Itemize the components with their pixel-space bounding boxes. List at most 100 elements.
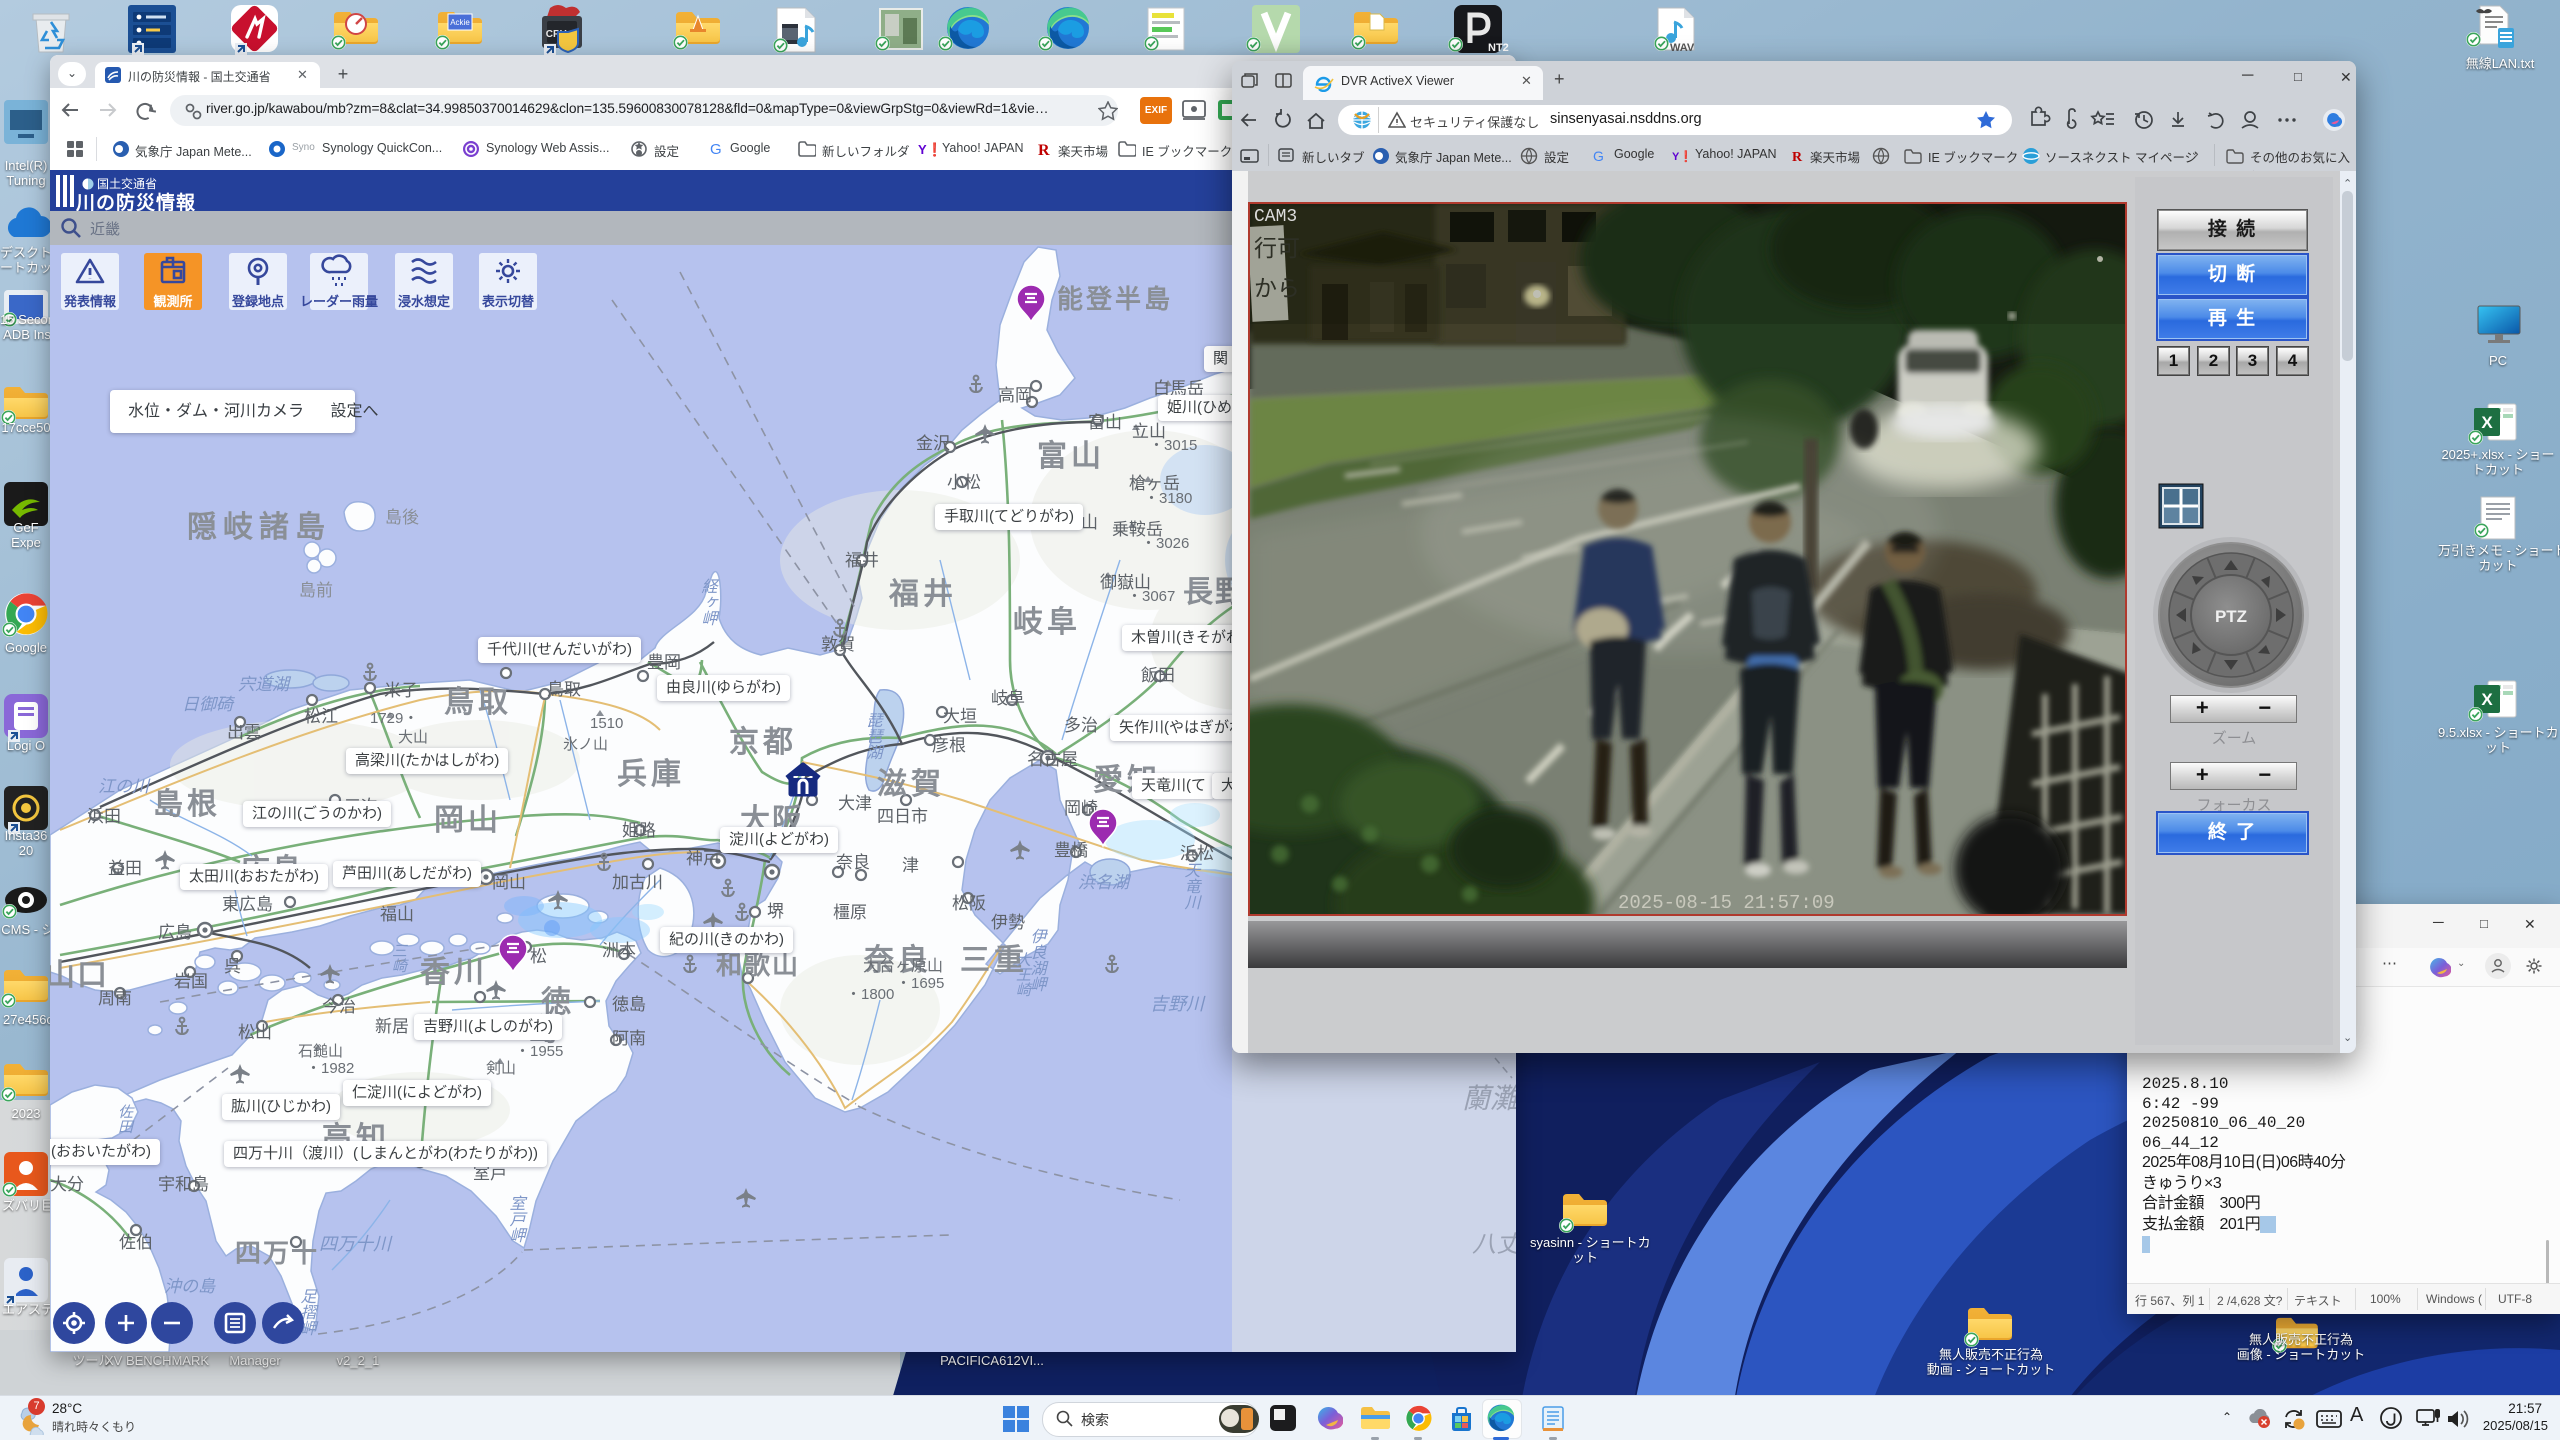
svg-text:高岡: 高岡 [998,386,1032,405]
svg-text:大台ヶ原山: 大台ヶ原山 [863,957,943,975]
svg-text:大垣: 大垣 [943,707,977,726]
svg-text:能登半島: 能登半島 [1057,284,1173,314]
svg-text:三崎: 三崎 [390,943,407,973]
svg-text:WAV: WAV [1670,42,1695,54]
svg-text:登録地点: 登録地点 [231,294,284,309]
svg-text:彦根: 彦根 [932,736,966,755]
svg-text:大王崎: 大王崎 [1014,952,1031,997]
svg-text:吉野川: 吉野川 [1150,994,1206,1014]
svg-text:岐阜: 岐阜 [991,689,1025,708]
svg-text:敦賀: 敦賀 [821,635,855,654]
svg-text:隠岐諸島: 隠岐諸島 [187,510,331,544]
svg-text:宇和島: 宇和島 [158,1175,209,1194]
svg-text:福井: 福井 [845,551,879,570]
svg-text:橿原: 橿原 [833,903,867,922]
svg-text:京都: 京都 [729,725,797,759]
svg-text:・3026: ・3026 [1141,535,1189,552]
svg-text:佐田: 佐田 [116,1104,133,1134]
svg-text:富山: 富山 [1037,439,1105,473]
svg-text:G: G [710,141,722,158]
svg-text:日御碕: 日御碕 [182,695,236,714]
svg-text:蘭灘: 蘭灘 [1462,1084,1516,1115]
svg-text:佐伯: 佐伯 [119,1233,153,1252]
svg-text:東広島: 東広島 [222,895,273,914]
svg-text:松山: 松山 [238,1023,272,1042]
svg-text:洲本: 洲本 [602,941,636,960]
svg-text:PTZ: PTZ [2215,607,2247,626]
svg-text:琵琶湖: 琵琶湖 [864,712,883,760]
svg-text:福山: 福山 [380,905,414,924]
svg-text:姫路: 姫路 [622,821,656,840]
svg-text:浜名湖: 浜名湖 [1078,873,1132,892]
svg-text:福井: 福井 [888,578,957,611]
svg-text:1510: 1510 [590,715,623,732]
svg-text:・3015: ・3015 [1149,437,1197,454]
svg-text:島後: 島後 [385,508,419,527]
svg-text:Ackie: Ackie [450,18,470,27]
svg-text:飯田: 飯田 [1141,666,1175,685]
svg-text:・3067: ・3067 [1127,588,1175,605]
svg-text:沖の島: 沖の島 [164,1277,216,1296]
svg-text:徳島: 徳島 [612,995,646,1014]
svg-text:奈良: 奈良 [836,853,870,872]
svg-text:観測所: 観測所 [152,294,192,309]
svg-text:NT2: NT2 [1488,42,1509,54]
svg-text:天竜川: 天竜川 [1182,862,1201,910]
svg-text:松江: 松江 [304,707,338,726]
svg-text:江の川: 江の川 [98,777,151,796]
svg-text:Y❗: Y❗ [918,142,938,157]
svg-text:名古屋: 名古屋 [1027,750,1078,769]
svg-text:浜松: 浜松 [1180,844,1214,863]
svg-text:阿南: 阿南 [612,1029,646,1048]
svg-text:山口: 山口 [50,959,109,992]
svg-text:石鎚山: 石鎚山 [298,1043,343,1060]
svg-text:鳥取: 鳥取 [547,680,581,699]
svg-text:豊橋: 豊橋 [1054,841,1088,860]
svg-text:鳥取: 鳥取 [444,686,512,719]
svg-text:津: 津 [902,856,919,875]
svg-text:・1955: ・1955 [515,1043,563,1060]
svg-text:島根: 島根 [153,788,221,821]
svg-text:経ヶ岬: 経ヶ岬 [699,578,718,626]
svg-text:大山: 大山 [398,729,428,746]
svg-text:和歌山: 和歌山 [716,950,800,980]
svg-text:表示切替: 表示切替 [481,294,535,309]
svg-text:四日市: 四日市 [877,807,928,826]
svg-text:松阪: 松阪 [952,894,986,913]
svg-text:発表情報: 発表情報 [63,294,117,309]
svg-text:呉: 呉 [224,957,241,976]
svg-text:島前: 島前 [299,581,333,600]
svg-text:豊岡: 豊岡 [647,653,681,672]
svg-text:滋賀: 滋賀 [877,768,945,801]
svg-text:富山: 富山 [1088,413,1122,432]
svg-text:香川: 香川 [420,956,488,989]
svg-text:岐阜: 岐阜 [1013,606,1081,639]
svg-text:浸水想定: 浸水想定 [398,294,450,309]
svg-text:岡山: 岡山 [492,873,526,892]
svg-text:岡山: 岡山 [434,804,502,837]
svg-text:レーダー雨量: レーダー雨量 [300,294,378,309]
svg-text:神戸: 神戸 [686,849,720,868]
svg-text:米子: 米子 [384,681,418,700]
svg-text:大津: 大津 [838,794,872,813]
svg-text:今治: 今治 [322,997,356,1016]
svg-text:室戸岬: 室戸岬 [507,1195,526,1243]
svg-text:・1695: ・1695 [896,975,944,992]
svg-text:R: R [1038,142,1050,158]
svg-text:伊勢: 伊勢 [991,913,1025,932]
svg-text:松: 松 [530,947,547,966]
svg-text:・1982: ・1982 [306,1060,354,1077]
svg-text:浜田: 浜田 [87,807,121,826]
svg-text:氷ノ山: 氷ノ山 [563,736,608,753]
svg-text:八丈: 八丈 [1472,1232,1516,1258]
svg-text:小松: 小松 [947,473,981,492]
svg-text:広島: 広島 [158,923,192,942]
svg-text:G: G [1593,148,1604,164]
svg-text:伊良湖岬: 伊良湖岬 [1028,928,1047,992]
svg-text:剣山: 剣山 [486,1060,516,1077]
svg-text:周南: 周南 [98,989,132,1008]
svg-text:堺: 堺 [767,902,784,921]
svg-text:宍道湖: 宍道湖 [238,675,292,694]
svg-text:加古川: 加古川 [612,873,663,892]
svg-text:R: R [1792,150,1803,164]
